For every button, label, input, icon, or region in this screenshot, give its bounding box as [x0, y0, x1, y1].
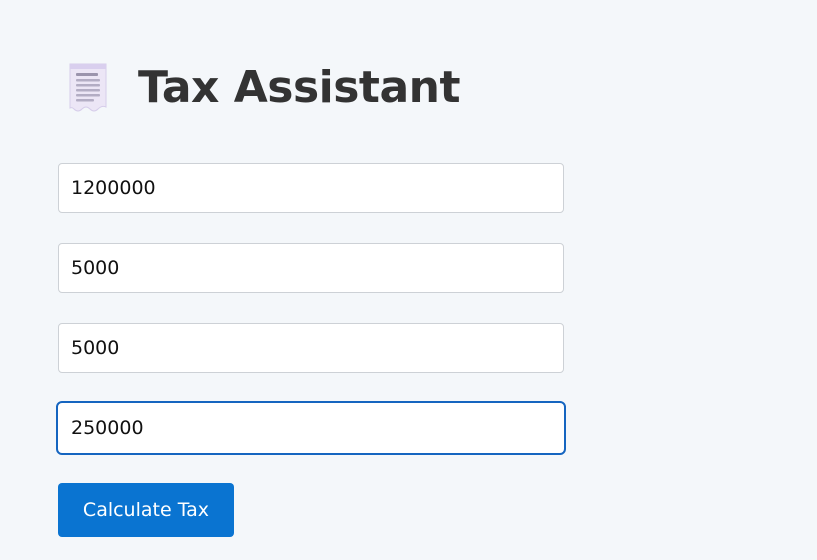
deduction-input-2[interactable] [58, 323, 564, 373]
deduction-input-1[interactable] [58, 243, 564, 293]
gross-income-input[interactable] [58, 163, 564, 213]
deduction-input-3[interactable] [56, 401, 566, 455]
page-header: Tax Assistant [66, 58, 461, 118]
page-title: Tax Assistant [138, 62, 461, 113]
calculate-tax-button[interactable]: Calculate Tax [58, 483, 234, 537]
receipt-icon [66, 61, 110, 115]
